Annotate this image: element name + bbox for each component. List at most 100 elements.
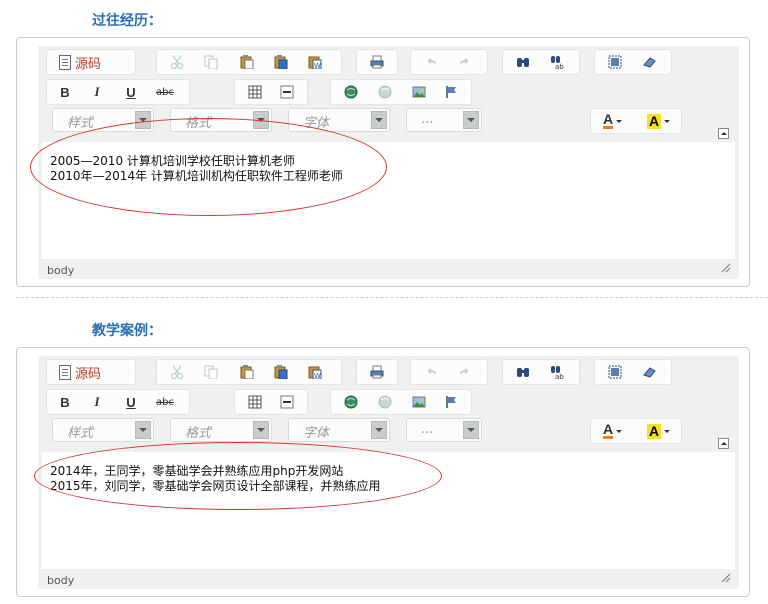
redo-icon xyxy=(460,368,469,375)
paste-text-button[interactable] xyxy=(271,53,291,71)
replace-icon: ab xyxy=(551,56,564,69)
source-button[interactable]: 源码 xyxy=(59,53,101,72)
font-select[interactable]: 字体 xyxy=(288,108,390,132)
italic-button[interactable]: I xyxy=(87,393,107,411)
link-icon xyxy=(344,85,358,99)
size-select[interactable]: ... xyxy=(406,108,482,132)
strikethrough-button[interactable]: abc xyxy=(155,393,175,411)
remove-format-button[interactable] xyxy=(639,363,659,381)
collapse-toolbar-icon[interactable] xyxy=(718,438,729,449)
unlink-icon xyxy=(378,85,392,99)
paste-word-icon: W xyxy=(308,366,322,379)
redo-icon xyxy=(460,58,469,65)
style-select-value: 样式 xyxy=(67,426,94,441)
history-group xyxy=(410,49,488,75)
underline-button[interactable]: U xyxy=(121,83,141,101)
format-select-value: 格式 xyxy=(185,116,212,131)
print-group xyxy=(356,359,398,385)
select-all-button[interactable] xyxy=(605,53,625,71)
resize-grip-icon[interactable] xyxy=(721,573,731,583)
replace-button[interactable]: ab xyxy=(547,53,567,71)
background-color-icon: A xyxy=(647,112,662,129)
find-button[interactable] xyxy=(513,363,533,381)
font-select-value: 字体 xyxy=(303,426,330,441)
paste-button[interactable] xyxy=(237,363,257,381)
unlink-button[interactable] xyxy=(375,83,395,101)
table-button[interactable] xyxy=(245,393,265,411)
format-select[interactable]: 格式 xyxy=(170,418,272,442)
remove-format-icon xyxy=(643,367,656,378)
toolbar-row-2: B I U abc xyxy=(38,79,739,105)
print-button[interactable] xyxy=(367,53,387,71)
italic-button[interactable]: I xyxy=(87,83,107,101)
style-select[interactable]: 样式 xyxy=(52,418,154,442)
bold-button[interactable]: B xyxy=(55,393,75,411)
replace-button[interactable]: ab xyxy=(547,363,567,381)
font-select[interactable]: 字体 xyxy=(288,418,390,442)
unlink-button[interactable] xyxy=(375,393,395,411)
text-color-button[interactable]: A xyxy=(603,422,623,440)
chevron-down-icon xyxy=(463,421,479,439)
find-icon xyxy=(517,368,529,377)
table-button[interactable] xyxy=(245,83,265,101)
anchor-button[interactable] xyxy=(441,393,461,411)
insert-group xyxy=(234,79,308,105)
element-path[interactable]: body xyxy=(47,574,74,587)
document-icon xyxy=(59,364,71,380)
size-select-value: ... xyxy=(421,422,434,437)
copy-button[interactable] xyxy=(201,53,221,71)
cut-button[interactable] xyxy=(167,53,187,71)
undo-button[interactable] xyxy=(421,53,441,71)
remove-format-button[interactable] xyxy=(639,53,659,71)
bold-button[interactable]: B xyxy=(55,83,75,101)
paste-text-icon xyxy=(274,55,288,69)
replace-icon: ab xyxy=(551,366,564,379)
image-button[interactable] xyxy=(409,393,429,411)
resize-grip-icon[interactable] xyxy=(721,263,731,273)
redo-button[interactable] xyxy=(455,53,475,71)
image-button[interactable] xyxy=(409,83,429,101)
format-select[interactable]: 格式 xyxy=(170,108,272,132)
toolbar-row-1: 源码 W ab xyxy=(38,359,739,385)
collapse-toolbar-icon[interactable] xyxy=(718,128,729,139)
cut-button[interactable] xyxy=(167,363,187,381)
underline-button[interactable]: U xyxy=(121,393,141,411)
paste-word-button[interactable]: W xyxy=(305,363,325,381)
link-button[interactable] xyxy=(341,393,361,411)
remove-format-icon xyxy=(643,57,656,68)
text-format-group: B I U abc xyxy=(46,79,190,105)
background-color-button[interactable]: A xyxy=(647,112,671,130)
element-path[interactable]: body xyxy=(47,264,74,277)
source-group: 源码 xyxy=(46,359,136,385)
find-button[interactable] xyxy=(513,53,533,71)
copy-icon xyxy=(204,365,218,379)
print-button[interactable] xyxy=(367,363,387,381)
undo-button[interactable] xyxy=(421,363,441,381)
redo-button[interactable] xyxy=(455,363,475,381)
style-select[interactable]: 样式 xyxy=(52,108,154,132)
cut-icon xyxy=(170,55,184,69)
paste-button[interactable] xyxy=(237,53,257,71)
source-button[interactable]: 源码 xyxy=(59,363,101,382)
paste-word-button[interactable]: W xyxy=(305,53,325,71)
text-color-button[interactable]: A xyxy=(603,112,623,130)
editor-content[interactable]: 2014年，王同学，零基础学会并熟练应用php开发网站 2015年，刘同学，零基… xyxy=(42,452,735,569)
size-select[interactable]: ... xyxy=(406,418,482,442)
editor-frame: 源码 W xyxy=(38,356,739,589)
background-color-button[interactable]: A xyxy=(647,422,671,440)
strikethrough-button[interactable]: abc xyxy=(155,83,175,101)
editor-content[interactable]: 2005—2010 计算机培训学校任职计算机老师 2010年—2014年 计算机… xyxy=(42,142,735,259)
horizontal-rule-button[interactable] xyxy=(277,83,297,101)
copy-button[interactable] xyxy=(201,363,221,381)
link-button[interactable] xyxy=(341,83,361,101)
select-all-button[interactable] xyxy=(605,363,625,381)
anchor-button[interactable] xyxy=(441,83,461,101)
chevron-down-icon xyxy=(135,421,151,439)
section-divider xyxy=(16,297,768,298)
select-group xyxy=(594,49,672,75)
horizontal-rule-button[interactable] xyxy=(277,393,297,411)
chevron-down-icon xyxy=(463,111,479,129)
paste-text-button[interactable] xyxy=(271,363,291,381)
content-line-2: 2010年—2014年 计算机培训机构任职软件工程师老师 xyxy=(50,169,343,183)
background-color-icon: A xyxy=(647,422,662,439)
